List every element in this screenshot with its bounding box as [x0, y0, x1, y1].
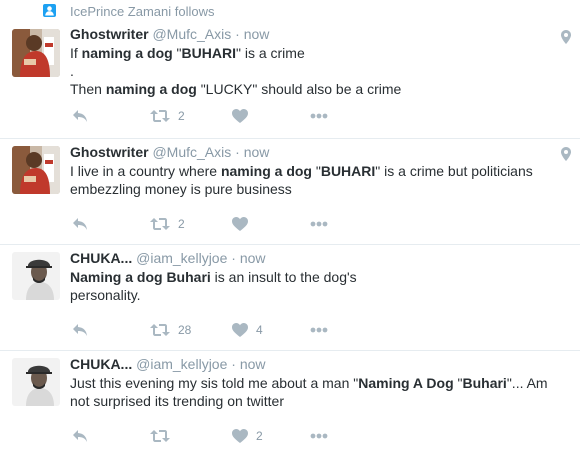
more-icon — [310, 221, 328, 227]
more-icon — [310, 327, 328, 333]
display-name[interactable]: CHUKA... — [70, 356, 132, 372]
retweet-count: 2 — [178, 109, 185, 123]
like-button[interactable]: 4 — [232, 321, 263, 339]
tweet[interactable]: Ghostwriter @Mufc_Axis · now If naming a… — [0, 22, 580, 139]
like-button[interactable] — [232, 215, 256, 233]
reply-button[interactable] — [72, 427, 88, 445]
username[interactable]: @Mufc_Axis — [152, 26, 231, 42]
separator: · — [231, 250, 236, 266]
reply-icon — [73, 324, 87, 336]
avatar[interactable] — [12, 146, 60, 194]
retweet-icon — [150, 110, 170, 122]
display-name[interactable]: Ghostwriter — [70, 144, 149, 160]
timestamp[interactable]: now — [240, 250, 266, 266]
username[interactable]: @Mufc_Axis — [152, 144, 231, 160]
tweet[interactable]: Ghostwriter @Mufc_Axis · now I live in a… — [0, 139, 580, 245]
more-button[interactable] — [310, 427, 328, 445]
display-name[interactable]: CHUKA... — [70, 250, 132, 266]
avatar-chuka-icon — [12, 358, 60, 406]
avatar-ghostwriter-icon — [12, 146, 60, 194]
tweet-text: If naming a dog "BUHARI" is a crime . Th… — [70, 45, 402, 97]
reply-icon — [73, 430, 87, 442]
tweet[interactable]: CHUKA... @iam_kellyjoe · now Naming a do… — [0, 245, 580, 351]
tweet-header: Ghostwriter @Mufc_Axis · now — [70, 26, 269, 42]
retweet-icon — [150, 218, 170, 230]
retweet-button[interactable] — [150, 427, 178, 445]
heart-icon — [232, 109, 248, 123]
like-button[interactable] — [232, 107, 256, 125]
retweet-button[interactable]: 2 — [150, 107, 185, 125]
tweet-actions: 28 4 — [70, 321, 370, 339]
reply-button[interactable] — [72, 107, 88, 125]
avatar[interactable] — [12, 252, 60, 300]
separator: · — [235, 144, 240, 160]
avatar[interactable] — [12, 29, 60, 77]
tweet-text: Just this evening my sis told me about a… — [70, 375, 548, 409]
follow-text[interactable]: IcePrince Zamani follows — [70, 4, 215, 19]
more-icon — [310, 113, 328, 119]
tweet-actions: 2 — [70, 215, 370, 233]
separator: · — [235, 26, 240, 42]
retweet-button[interactable]: 2 — [150, 215, 185, 233]
avatar-ghostwriter-icon — [12, 29, 60, 77]
display-name[interactable]: Ghostwriter — [70, 26, 149, 42]
timestamp[interactable]: now — [244, 144, 270, 160]
reply-button[interactable] — [72, 215, 88, 233]
heart-icon — [232, 429, 248, 443]
tweet[interactable]: CHUKA... @iam_kellyjoe · now Just this e… — [0, 351, 580, 456]
reply-icon — [73, 110, 87, 122]
like-button[interactable]: 2 — [232, 427, 263, 445]
retweet-icon — [150, 324, 170, 336]
timestamp[interactable]: now — [240, 356, 266, 372]
reply-button[interactable] — [72, 321, 88, 339]
location-pin-icon[interactable] — [561, 30, 571, 44]
retweet-icon — [150, 430, 170, 442]
retweet-count: 28 — [178, 323, 192, 337]
tweet-actions: 2 — [70, 107, 370, 125]
like-count: 2 — [256, 429, 263, 443]
heart-icon — [232, 217, 248, 231]
tweet-text: Naming a dog Buhari is an insult to the … — [70, 269, 357, 303]
more-button[interactable] — [310, 215, 328, 233]
tweet-actions: 2 — [70, 427, 370, 445]
timestamp[interactable]: now — [244, 26, 270, 42]
retweet-count: 2 — [178, 217, 185, 231]
avatar-chuka-icon — [12, 252, 60, 300]
tweet-text: I live in a country where naming a dog "… — [70, 163, 533, 197]
reply-icon — [73, 218, 87, 230]
like-count: 4 — [256, 323, 263, 337]
person-icon — [43, 4, 56, 17]
more-button[interactable] — [310, 321, 328, 339]
username[interactable]: @iam_kellyjoe — [136, 250, 227, 266]
location-pin-icon[interactable] — [561, 147, 571, 161]
separator: · — [231, 356, 236, 372]
more-button[interactable] — [310, 107, 328, 125]
heart-icon — [232, 323, 248, 337]
username[interactable]: @iam_kellyjoe — [136, 356, 227, 372]
retweet-button[interactable]: 28 — [150, 321, 191, 339]
tweet-header: CHUKA... @iam_kellyjoe · now — [70, 356, 266, 372]
more-icon — [310, 433, 328, 439]
follow-notification: IcePrince Zamani follows — [0, 0, 580, 22]
tweet-header: CHUKA... @iam_kellyjoe · now — [70, 250, 266, 266]
avatar[interactable] — [12, 358, 60, 406]
tweet-header: Ghostwriter @Mufc_Axis · now — [70, 144, 269, 160]
